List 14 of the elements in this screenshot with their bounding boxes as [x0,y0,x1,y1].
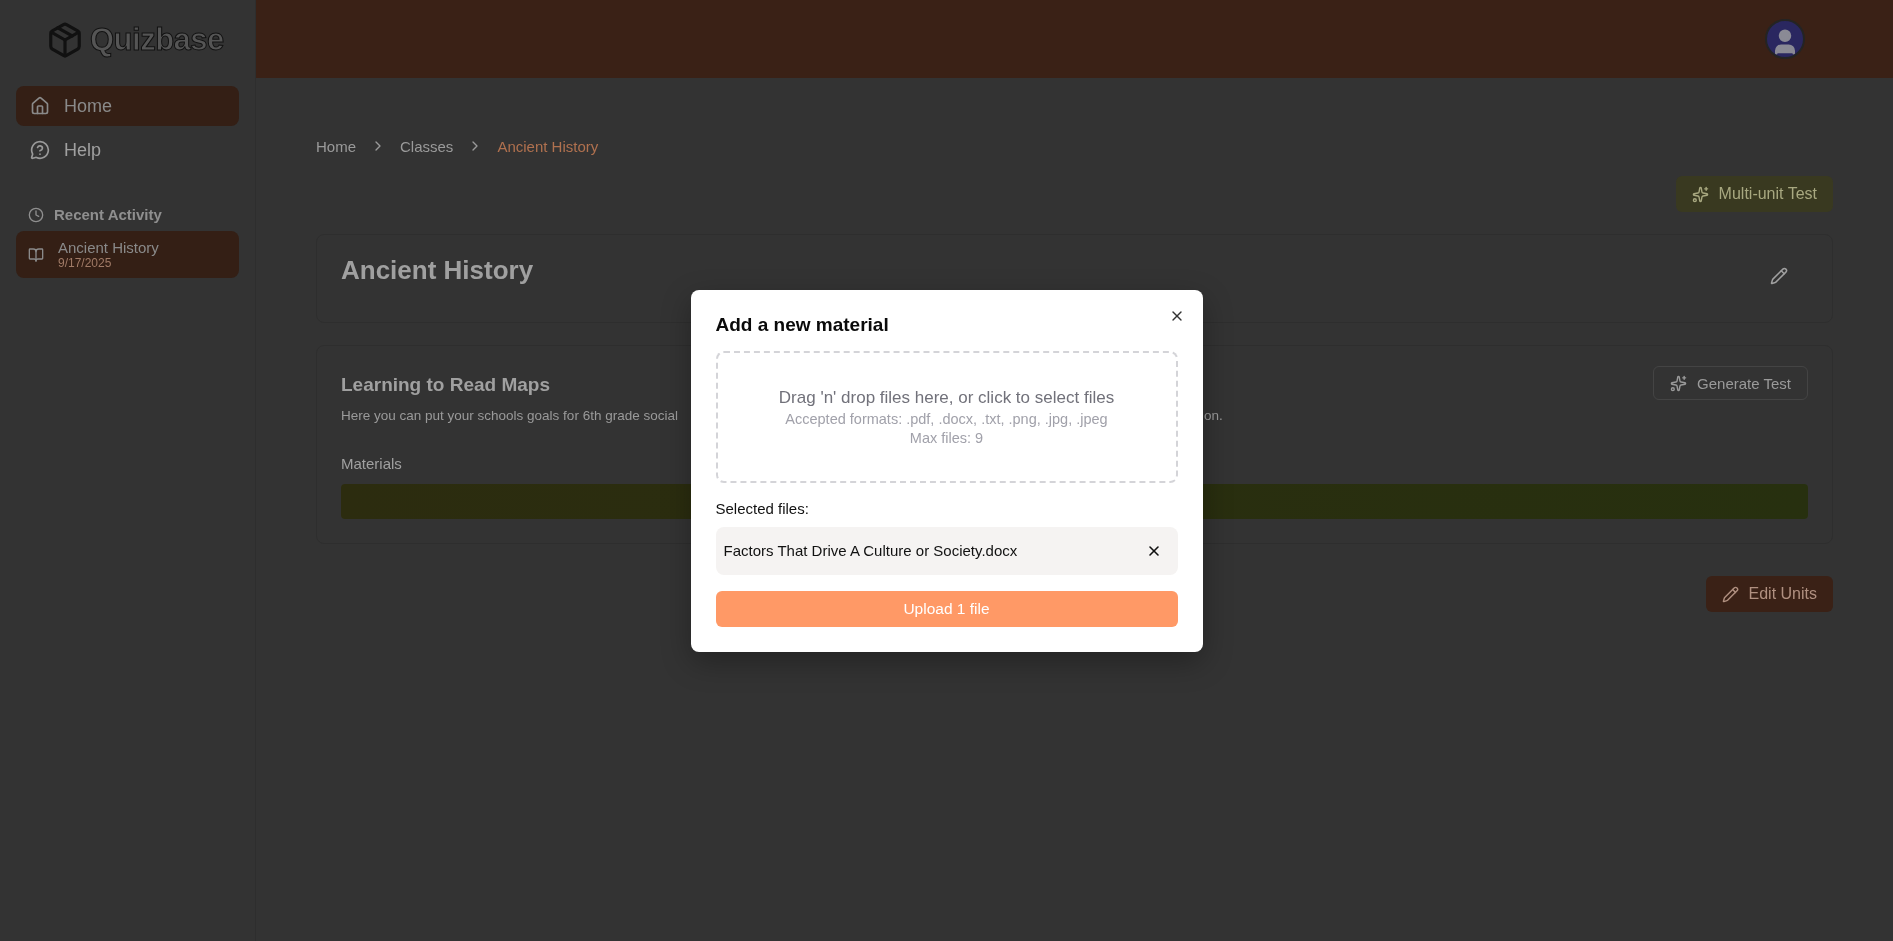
drop-instructions: Drag 'n' drop files here, or click to select files [778,387,1115,408]
file-name: Factors That Drive A Culture or Society.docx [723,542,1018,559]
class-title: Ancient History [341,255,534,286]
unit-title: Learning to Read Maps [341,374,551,396]
recent-item-date: 9/17/2025 [58,256,113,270]
recent-activity-heading: Recent Activity [54,206,162,223]
accepted-formats-text: Accepted formats: .pdf, .docx, .txt, .png, .jpg, .jpeg [785,410,1108,427]
unit-description-end: on. [1204,408,1224,423]
recent-item-title: Ancient History [58,239,159,256]
unit-description: Here you can put your schools goals for 6th grade social [341,408,678,423]
max-files-text: Max files: 9 [909,429,984,446]
dialog-title: Add a new material [715,313,890,336]
selected-files-label: Selected files: [715,499,810,517]
materials-label: Materials [341,455,403,472]
